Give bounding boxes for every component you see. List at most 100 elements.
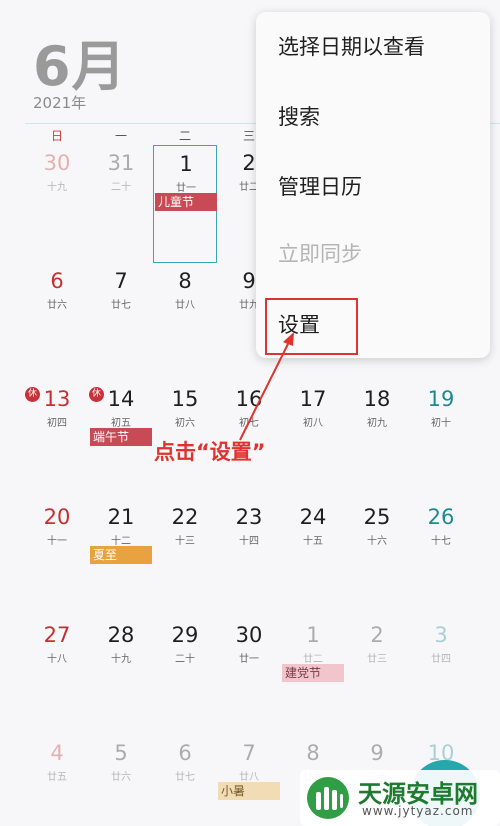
- lunar-date: 十六: [367, 536, 387, 547]
- day-number: 22: [171, 505, 199, 529]
- lunar-date: 十一: [47, 536, 67, 547]
- day-number: 28: [107, 623, 135, 647]
- day-number: 4: [50, 741, 64, 765]
- day-cell[interactable]: 21 十二 夏至: [89, 499, 153, 617]
- lunar-date: 初十: [431, 418, 451, 429]
- lunar-date: 初四: [47, 418, 67, 429]
- lunar-date: 廿六: [111, 772, 131, 783]
- day-number: 27: [43, 623, 71, 647]
- event-chip[interactable]: 端午节: [90, 428, 152, 446]
- lunar-date: 廿八: [239, 772, 259, 783]
- day-number: 14: [107, 387, 135, 411]
- event-chip[interactable]: 夏至: [90, 546, 152, 564]
- event-chip[interactable]: 小暑: [218, 782, 280, 800]
- lunar-date: 二十: [175, 654, 195, 665]
- lunar-date: 二十: [111, 182, 131, 193]
- watermark-url: www.jytyaz.com: [362, 804, 474, 818]
- lunar-date: 初八: [303, 418, 323, 429]
- lunar-date: 初七: [239, 418, 259, 429]
- day-number: 18: [363, 387, 391, 411]
- day-cell[interactable]: 2 廿三: [345, 617, 409, 735]
- day-cell[interactable]: 1 廿一 儿童节: [153, 145, 217, 263]
- day-number: 26: [427, 505, 455, 529]
- day-cell[interactable]: 25 十六: [345, 499, 409, 617]
- day-cell[interactable]: 3 廿四: [409, 617, 473, 735]
- day-cell[interactable]: 1 廿二 建党节: [281, 617, 345, 735]
- day-cell[interactable]: 5 廿六: [89, 735, 153, 826]
- day-number: 1: [179, 152, 193, 176]
- day-number: 30: [43, 151, 71, 175]
- lunar-date: 廿六: [47, 300, 67, 311]
- day-number: 19: [427, 387, 455, 411]
- day-cell[interactable]: 20 十一: [25, 499, 89, 617]
- day-cell[interactable]: 休 13 初四: [25, 381, 89, 499]
- day-cell[interactable]: 17 初八: [281, 381, 345, 499]
- day-cell[interactable]: 22 十三: [153, 499, 217, 617]
- site-watermark: 天源安卓网 www.jytyaz.com: [300, 770, 500, 826]
- settings-highlight-box: [265, 298, 358, 355]
- day-number: 6: [50, 269, 64, 293]
- event-chip[interactable]: 建党节: [282, 664, 344, 682]
- day-number: 6: [178, 741, 192, 765]
- lunar-date: 廿七: [175, 772, 195, 783]
- day-number: 17: [299, 387, 327, 411]
- day-cell[interactable]: 26 十七: [409, 499, 473, 617]
- day-cell[interactable]: 7 廿七: [89, 263, 153, 381]
- day-cell[interactable]: 8 廿八: [153, 263, 217, 381]
- day-number: 30: [235, 623, 263, 647]
- day-number: 2: [370, 623, 384, 647]
- day-number: 8: [306, 741, 320, 765]
- day-number: 1: [306, 623, 320, 647]
- menu-item-select-date[interactable]: 选择日期以查看: [278, 12, 478, 82]
- day-number: 8: [178, 269, 192, 293]
- lunar-date: 初九: [367, 418, 387, 429]
- day-cell[interactable]: 30 十九: [25, 145, 89, 263]
- lunar-date: 十三: [175, 536, 195, 547]
- day-cell[interactable]: 23 十四: [217, 499, 281, 617]
- day-cell[interactable]: 19 初十: [409, 381, 473, 499]
- event-chip[interactable]: 儿童节: [155, 193, 217, 211]
- day-number: 20: [43, 505, 71, 529]
- day-number: 31: [107, 151, 135, 175]
- weekday-tue: 二: [178, 129, 191, 143]
- lunar-date: 十九: [111, 654, 131, 665]
- lunar-date: 廿八: [175, 300, 195, 311]
- day-number: 9: [370, 741, 384, 765]
- day-number: 15: [171, 387, 199, 411]
- lunar-date: 廿五: [47, 772, 67, 783]
- day-cell[interactable]: 30 廿一: [217, 617, 281, 735]
- day-number: 7: [114, 269, 128, 293]
- day-cell[interactable]: 29 二十: [153, 617, 217, 735]
- lunar-date: 初五: [111, 418, 131, 429]
- lunar-date: 十五: [303, 536, 323, 547]
- day-cell[interactable]: 7 廿八 小暑: [217, 735, 281, 826]
- day-number: 3: [434, 623, 448, 647]
- year-label: 2021年: [33, 94, 87, 112]
- day-number: 5: [114, 741, 128, 765]
- lunar-date: 廿一: [239, 654, 259, 665]
- day-cell[interactable]: 28 十九: [89, 617, 153, 735]
- lunar-date: 廿一: [176, 183, 196, 194]
- day-cell[interactable]: 4 廿五: [25, 735, 89, 826]
- day-cell[interactable]: 6 廿七: [153, 735, 217, 826]
- day-cell[interactable]: 18 初九: [345, 381, 409, 499]
- day-cell[interactable]: 27 十八: [25, 617, 89, 735]
- day-cell[interactable]: 6 廿六: [25, 263, 89, 381]
- menu-item-manage-calendars[interactable]: 管理日历: [278, 152, 478, 222]
- annotation-label: 点击“设置”: [154, 440, 266, 464]
- lunar-date: 十四: [239, 536, 259, 547]
- lunar-date: 初六: [175, 418, 195, 429]
- weekday-sun: 日: [50, 129, 63, 143]
- day-cell[interactable]: 24 十五: [281, 499, 345, 617]
- day-cell[interactable]: 休 14 初五 端午节: [89, 381, 153, 499]
- menu-item-search[interactable]: 搜索: [278, 82, 478, 152]
- lunar-date: 十九: [47, 182, 67, 193]
- month-title[interactable]: 6月: [33, 22, 127, 101]
- lunar-date: 十七: [431, 536, 451, 547]
- day-cell[interactable]: 31 二十: [89, 145, 153, 263]
- day-number: 13: [43, 387, 71, 411]
- lunar-date: 廿二: [303, 654, 323, 665]
- lunar-date: 廿三: [367, 654, 387, 665]
- day-number: 23: [235, 505, 263, 529]
- day-number: 29: [171, 623, 199, 647]
